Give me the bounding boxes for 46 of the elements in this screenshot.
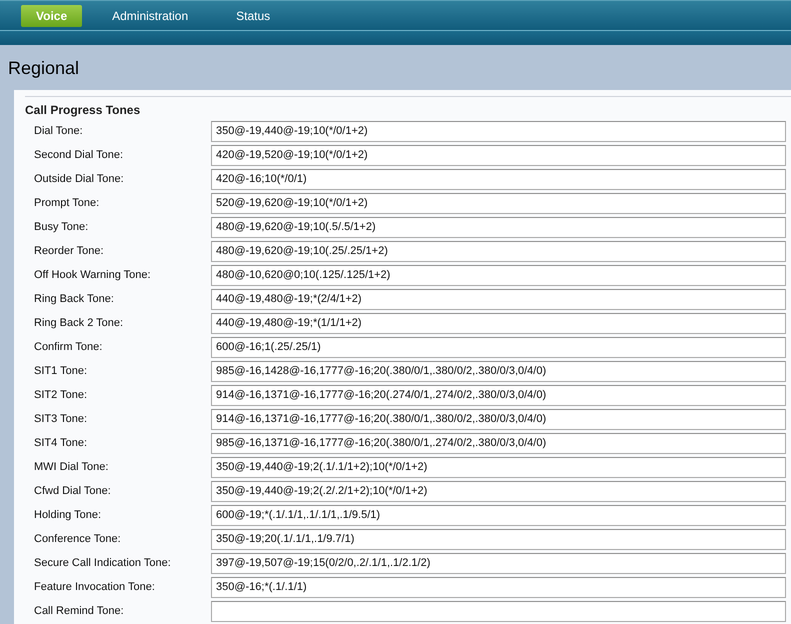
input-field[interactable]: 397@-19,507@-19;15(0/2/0,.2/.1/1,.1/2.1/2) xyxy=(211,552,786,574)
input-field[interactable]: 350@-16;*(.1/.1/1) xyxy=(211,576,786,598)
input-field[interactable]: 600@-16;1(.25/.25/1) xyxy=(211,336,786,358)
field-label: Dial Tone: xyxy=(33,125,84,137)
field-label: Ring Back 2 Tone: xyxy=(33,317,124,329)
field-label: Busy Tone: xyxy=(33,221,90,233)
field-label: Off Hook Warning Tone: xyxy=(33,269,152,281)
field-label: Holding Tone: xyxy=(33,509,102,521)
input-field[interactable]: 480@-19,620@-19;10(.25/.25/1+2) xyxy=(211,240,786,262)
input-field[interactable]: 350@-19,440@-19;2(.2/.2/1+2);10(*/0/1+2) xyxy=(211,480,786,502)
input-field[interactable]: 600@-19;*(.1/.1/1,.1/.1/1,.1/9.5/1) xyxy=(211,504,786,526)
field-label: SIT4 Tone: xyxy=(33,437,88,449)
field-label: Conference Tone: xyxy=(33,533,122,545)
field-label: SIT2 Tone: xyxy=(33,389,88,401)
field-label: Reorder Tone: xyxy=(33,245,105,257)
page-title: Regional xyxy=(8,57,80,80)
input-field[interactable]: 420@-19,520@-19;10(*/0/1+2) xyxy=(211,144,786,166)
input-field[interactable] xyxy=(211,600,786,622)
field-label: Ring Back Tone: xyxy=(33,293,115,305)
input-field[interactable]: 985@-16,1371@-16,1777@-16;20(.380/0/1,.274/0/2,.380/0/3,0/4/0) xyxy=(211,432,786,454)
field-label: Confirm Tone: xyxy=(33,341,104,353)
field-label: Secure Call Indication Tone: xyxy=(33,557,172,569)
input-field[interactable]: 350@-19,440@-19;10(*/0/1+2) xyxy=(211,120,786,142)
input-field[interactable]: 420@-16;10(*/0/1) xyxy=(211,168,786,190)
input-field[interactable]: 440@-19,480@-19;*(1/1/1+2) xyxy=(211,312,786,334)
input-field[interactable]: 985@-16,1428@-16,1777@-16;20(.380/0/1,.380/0/2,.380/0/3,0/4/0) xyxy=(211,360,786,382)
field-label: Prompt Tone: xyxy=(33,197,100,209)
field-label: Second Dial Tone: xyxy=(33,149,124,161)
field-label: Outside Dial Tone: xyxy=(33,173,125,185)
input-field[interactable]: 914@-16,1371@-16,1777@-16;20(.274/0/1,.274/0/2,.380/0/3,0/4/0) xyxy=(211,384,786,406)
section-title: Call Progress Tones xyxy=(25,103,142,117)
nav-tab[interactable]: Status xyxy=(216,4,290,26)
input-field[interactable]: 440@-19,480@-19;*(2/4/1+2) xyxy=(211,288,786,310)
input-field[interactable]: 914@-16,1371@-16,1777@-16;20(.380/0/1,.380/0/2,.380/0/3,0/4/0) xyxy=(211,408,786,430)
nav-tab[interactable]: Administration xyxy=(92,4,208,26)
field-label: Cfwd Dial Tone: xyxy=(33,485,112,497)
field-label: Feature Invocation Tone: xyxy=(33,581,156,593)
input-field[interactable]: 350@-19,440@-19;2(.1/.1/1+2);10(*/0/1+2) xyxy=(211,456,786,478)
input-field[interactable]: 520@-19,620@-19;10(*/0/1+2) xyxy=(211,192,786,214)
input-field[interactable]: 350@-19;20(.1/.1/1,.1/9.7/1) xyxy=(211,528,786,550)
input-field[interactable]: 480@-10,620@0;10(.125/.125/1+2) xyxy=(211,264,786,286)
field-label: MWI Dial Tone: xyxy=(33,461,110,473)
field-label: SIT1 Tone: xyxy=(33,365,88,377)
field-label: Call Remind Tone: xyxy=(33,605,125,617)
field-label: SIT3 Tone: xyxy=(33,413,88,425)
input-field[interactable]: 480@-19,620@-19;10(.5/.5/1+2) xyxy=(211,216,786,238)
